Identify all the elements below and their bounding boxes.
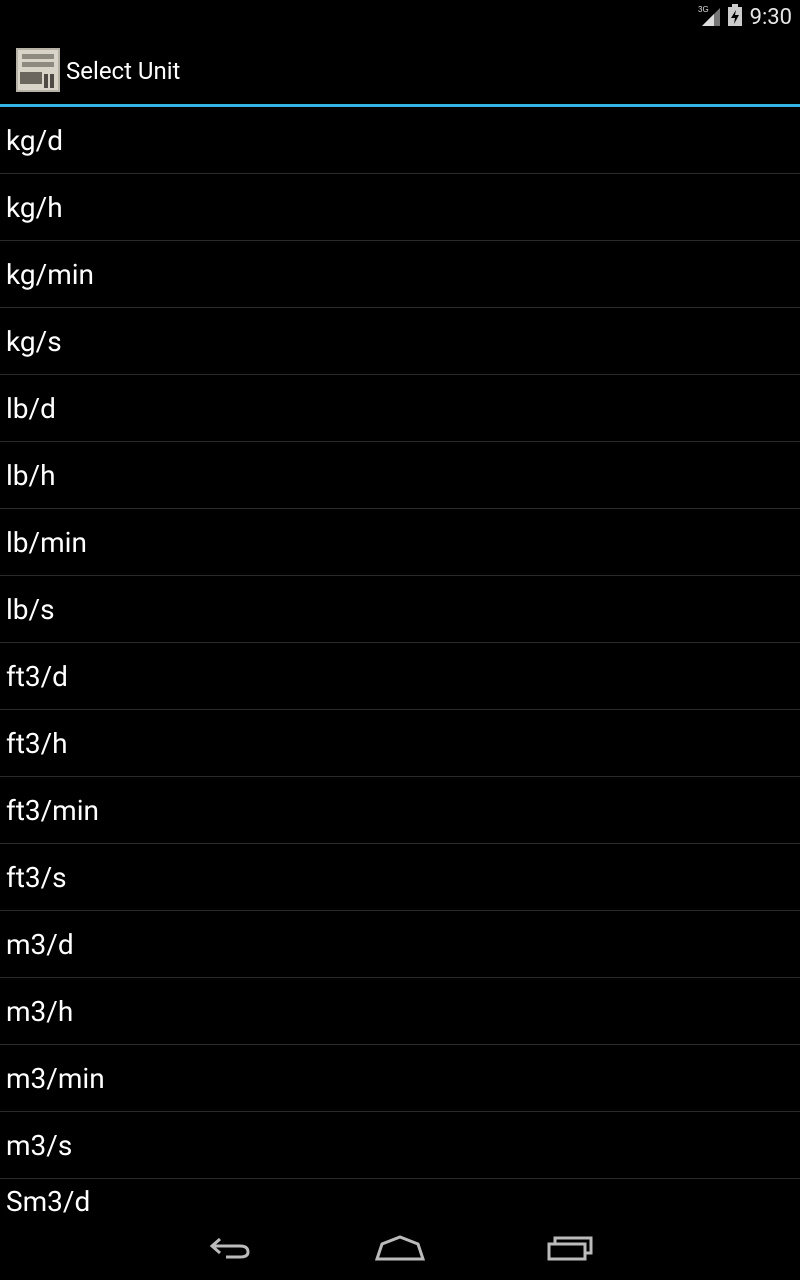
unit-label: ft3/h bbox=[6, 726, 68, 760]
home-button[interactable] bbox=[340, 1220, 460, 1280]
unit-label: Sm3/d bbox=[6, 1185, 91, 1218]
unit-label: kg/h bbox=[6, 190, 63, 224]
unit-label: m3/h bbox=[6, 994, 74, 1028]
list-item[interactable]: lb/d bbox=[0, 375, 800, 442]
unit-label: m3/min bbox=[6, 1061, 105, 1095]
unit-label: ft3/min bbox=[6, 793, 100, 827]
list-item[interactable]: ft3/d bbox=[0, 643, 800, 710]
unit-list[interactable]: kg/d kg/h kg/min kg/s lb/d lb/h lb/min l… bbox=[0, 107, 800, 1220]
action-bar: Select Unit bbox=[0, 33, 800, 105]
list-item[interactable]: ft3/h bbox=[0, 710, 800, 777]
unit-label: ft3/s bbox=[6, 860, 67, 894]
unit-label: lb/s bbox=[6, 592, 55, 626]
list-item[interactable]: m3/min bbox=[0, 1045, 800, 1112]
page-title: Select Unit bbox=[66, 57, 181, 85]
recent-apps-button[interactable] bbox=[510, 1220, 630, 1280]
unit-label: lb/d bbox=[6, 391, 56, 425]
navigation-bar bbox=[0, 1220, 800, 1280]
unit-label: kg/d bbox=[6, 123, 63, 157]
unit-label: kg/min bbox=[6, 257, 95, 291]
list-item[interactable]: m3/s bbox=[0, 1112, 800, 1179]
list-item[interactable]: lb/h bbox=[0, 442, 800, 509]
status-bar: 3G 9:30 bbox=[0, 0, 800, 33]
list-item[interactable]: Sm3/d bbox=[0, 1179, 800, 1220]
back-icon bbox=[206, 1233, 254, 1267]
list-item[interactable]: m3/h bbox=[0, 978, 800, 1045]
list-item[interactable]: lb/min bbox=[0, 509, 800, 576]
home-icon bbox=[374, 1233, 426, 1267]
unit-label: m3/s bbox=[6, 1128, 73, 1162]
list-item[interactable]: kg/min bbox=[0, 241, 800, 308]
signal-3g-icon: 3G bbox=[698, 4, 720, 30]
list-item[interactable]: m3/d bbox=[0, 911, 800, 978]
svg-text:3G: 3G bbox=[698, 5, 709, 14]
status-time: 9:30 bbox=[749, 4, 792, 30]
unit-label: lb/min bbox=[6, 525, 87, 559]
list-item[interactable]: lb/s bbox=[0, 576, 800, 643]
list-item[interactable]: kg/h bbox=[0, 174, 800, 241]
recent-apps-icon bbox=[546, 1233, 594, 1267]
unit-label: kg/s bbox=[6, 324, 62, 358]
converter-app-icon[interactable] bbox=[16, 48, 60, 92]
list-item[interactable]: kg/d bbox=[0, 107, 800, 174]
back-button[interactable] bbox=[170, 1220, 290, 1280]
unit-label: ft3/d bbox=[6, 659, 68, 693]
list-item[interactable]: ft3/s bbox=[0, 844, 800, 911]
unit-label: m3/d bbox=[6, 927, 74, 961]
status-icons: 3G 9:30 bbox=[698, 4, 792, 30]
unit-label: lb/h bbox=[6, 458, 56, 492]
battery-charging-icon bbox=[727, 4, 742, 30]
list-item[interactable]: ft3/min bbox=[0, 777, 800, 844]
list-item[interactable]: kg/s bbox=[0, 308, 800, 375]
